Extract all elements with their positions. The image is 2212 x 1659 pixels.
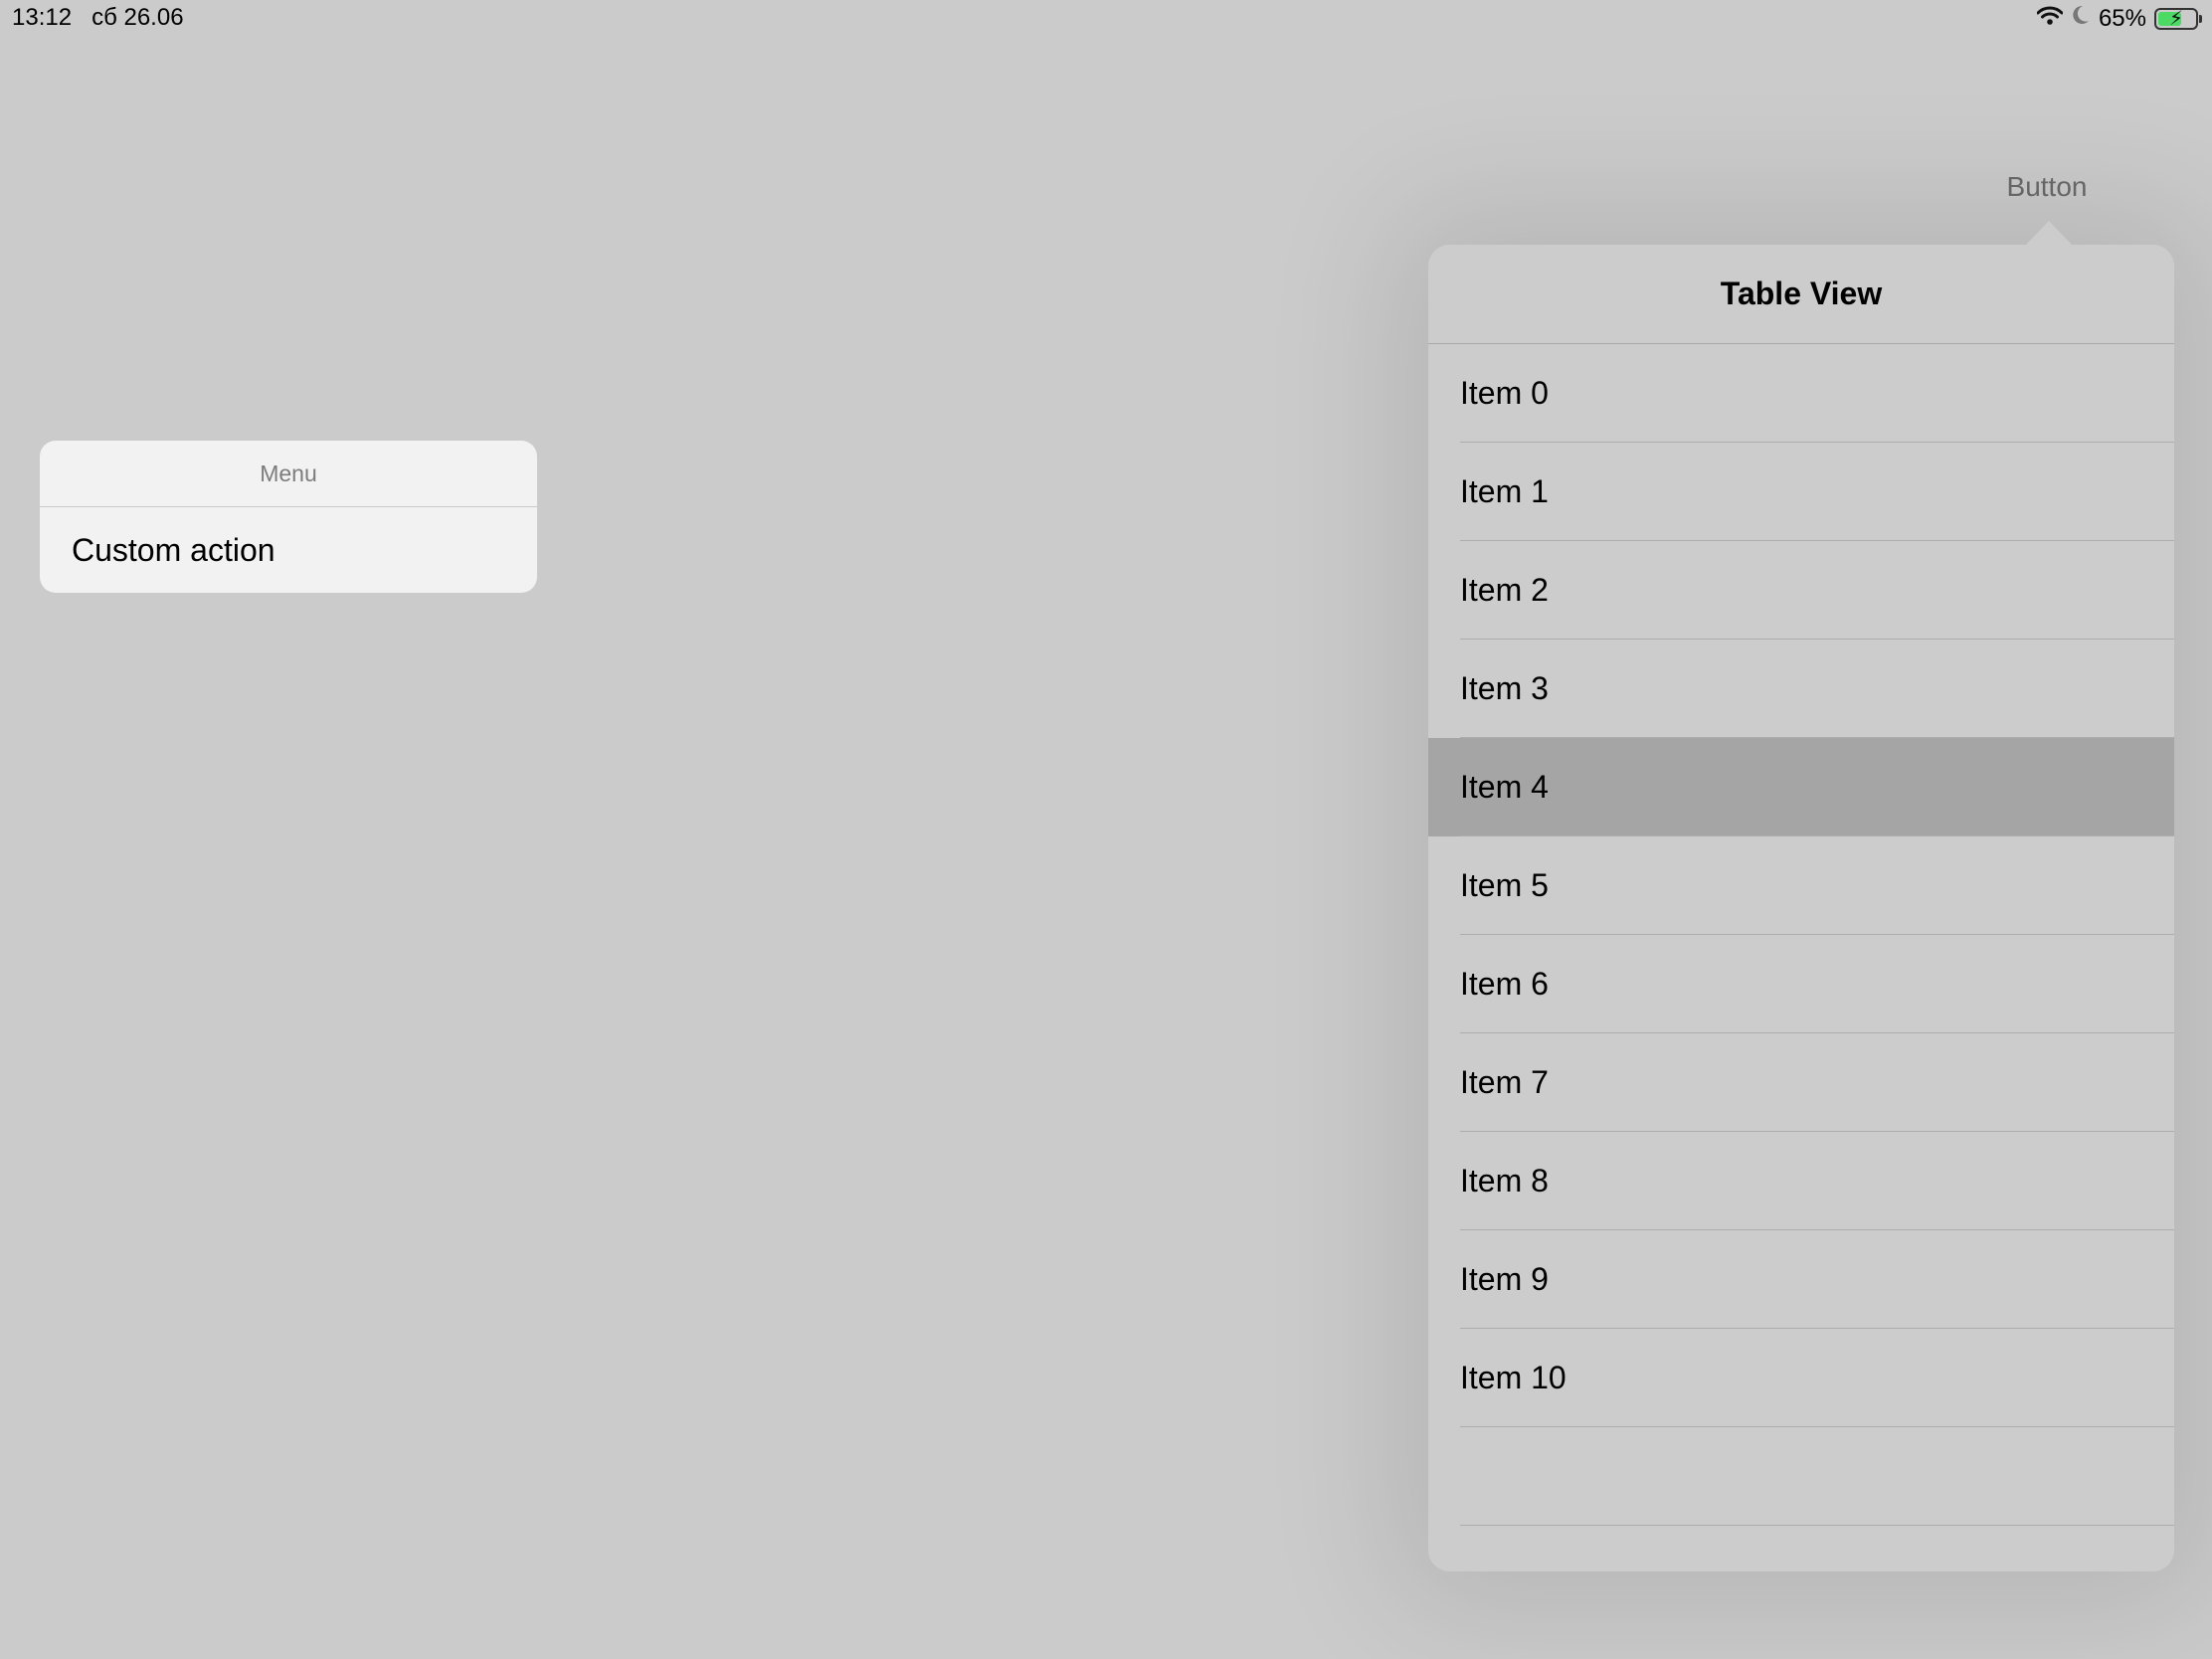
- moon-icon: [2071, 4, 2091, 33]
- menu-title: Menu: [40, 441, 537, 507]
- top-button[interactable]: Button: [1989, 171, 2105, 203]
- table-row[interactable]: Item 4: [1428, 738, 2174, 836]
- wifi-icon: [2036, 5, 2064, 33]
- table-row[interactable]: Item 2: [1428, 541, 2174, 640]
- table-row[interactable]: Item 7: [1428, 1033, 2174, 1132]
- menu-item-custom-action[interactable]: Custom action: [40, 507, 537, 593]
- context-menu: Menu Custom action: [40, 441, 537, 593]
- table-row[interactable]: Item 5: [1428, 836, 2174, 935]
- battery-percent: 65%: [2098, 4, 2146, 32]
- table-view-popover: Table View Item 0 Item 1 Item 2 Item 3 Item …: [1428, 245, 2174, 1571]
- status-bar-right: 65% ⚡: [2029, 4, 2202, 33]
- status-date: сб 26.06: [92, 4, 184, 31]
- table-row[interactable]: Item 9: [1428, 1230, 2174, 1329]
- table-row[interactable]: Item 3: [1428, 640, 2174, 738]
- popover-arrow: [2025, 221, 2073, 246]
- table-view-list[interactable]: Item 0 Item 1 Item 2 Item 3 Item 4 Item 5 Item…: [1428, 344, 2174, 1526]
- battery-tip: [2199, 14, 2202, 23]
- table-row[interactable]: Item 8: [1428, 1132, 2174, 1230]
- popover-title: Table View: [1428, 245, 2174, 344]
- status-bar: 13:12 сб 26.06 65% ⚡: [0, 0, 2212, 40]
- table-row[interactable]: Item 10: [1428, 1329, 2174, 1427]
- battery-charging-icon: ⚡: [2154, 7, 2198, 30]
- table-row[interactable]: Item 1: [1428, 443, 2174, 541]
- table-row[interactable]: [1428, 1427, 2174, 1526]
- status-bar-left: 13:12 сб 26.06: [12, 4, 184, 32]
- table-row[interactable]: Item 0: [1428, 344, 2174, 443]
- table-row[interactable]: Item 6: [1428, 935, 2174, 1033]
- status-time: 13:12: [12, 4, 73, 31]
- bolt-icon: ⚡: [2168, 7, 2184, 30]
